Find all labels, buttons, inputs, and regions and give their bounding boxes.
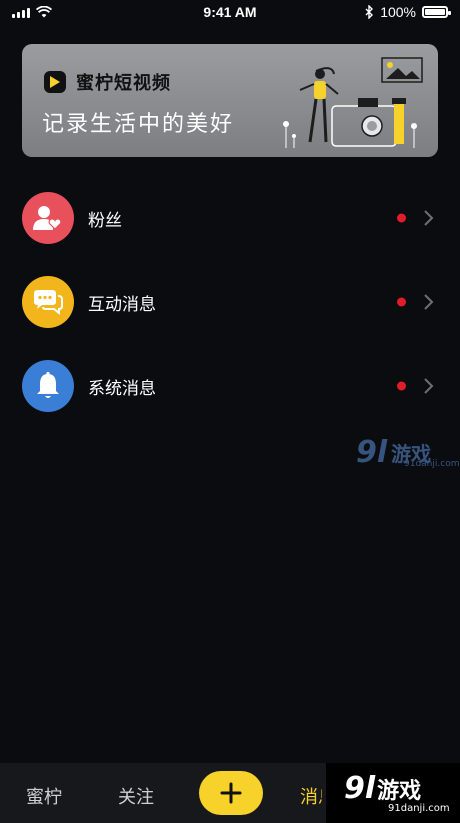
chevron-right-icon [422, 292, 436, 312]
list-item-label: 粉丝 [88, 210, 122, 231]
status-time: 9:41 AM [203, 4, 257, 20]
add-button[interactable] [199, 771, 263, 815]
promo-banner[interactable]: 蜜柠短视频 记录生活中的美好 [22, 44, 438, 157]
plus-icon [220, 782, 242, 804]
status-bar: 9:41 AM 100% [0, 0, 460, 24]
app-logo-icon [44, 71, 66, 93]
watermark-bottom: 9l 游戏 91danji.com [326, 763, 460, 823]
wifi-icon [36, 6, 52, 18]
battery-fill [425, 9, 445, 15]
list-item-label: 系统消息 [88, 378, 156, 399]
watermark-number: 9l [344, 770, 376, 806]
bluetooth-icon [365, 5, 374, 19]
chevron-right-icon [422, 208, 436, 228]
chevron-right-icon [422, 376, 436, 396]
battery-icon [422, 6, 451, 18]
signal-icon [12, 6, 30, 18]
banner-tagline: 记录生活中的美好 [42, 112, 235, 137]
watermark-site: 91danji.com [404, 459, 460, 469]
fans-icon [22, 192, 74, 244]
watermark-bottom-line: 9l 游戏 [344, 773, 421, 805]
unread-dot [397, 381, 406, 391]
tab-messages[interactable]: 消息 [300, 783, 322, 809]
unread-dot [397, 297, 406, 307]
bottom-tab-bar: 蜜柠 关注 消息 9l 游戏 91danji.com [0, 763, 460, 823]
watermark-site: 91danji.com [388, 802, 450, 814]
watermark-text: 游戏 [377, 778, 422, 804]
status-left [12, 6, 52, 18]
banner-brand: 蜜柠短视频 [76, 73, 171, 94]
message-list: 粉丝 互动消息 系统消息 [0, 176, 460, 428]
list-item-interactions[interactable]: 互动消息 [0, 260, 460, 344]
watermark-logo: 9l 游戏 91danji.com [356, 432, 459, 472]
chat-icon [22, 276, 74, 328]
banner-logo-row: 蜜柠短视频 [44, 69, 171, 95]
battery-percent: 100% [380, 4, 416, 20]
tab-follow[interactable]: 关注 [118, 783, 154, 809]
watermark-number: 9l [356, 434, 388, 470]
list-item-label: 互动消息 [88, 294, 156, 315]
photographer-illustration-icon [283, 57, 423, 148]
unread-dot [397, 213, 406, 223]
list-item-fans[interactable]: 粉丝 [0, 176, 460, 260]
tab-home[interactable]: 蜜柠 [26, 783, 62, 809]
list-item-system[interactable]: 系统消息 [0, 344, 460, 428]
status-right: 100% [365, 4, 451, 20]
bell-icon [22, 360, 74, 412]
